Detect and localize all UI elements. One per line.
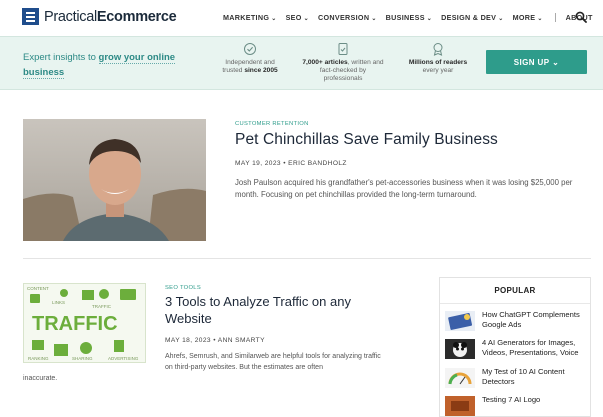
nav-item-marketing[interactable]: MARKETING ⌄: [223, 13, 277, 22]
popular-thumbnail: [445, 339, 475, 359]
traffic-article-image[interactable]: TRAFFIC CONTENT LINKS TRAFFIC RANKING SH…: [23, 283, 146, 363]
popular-item-title[interactable]: Testing 7 AI Logo: [482, 395, 594, 405]
article-meta: MAY 19, 2023 • ERIC BANDHOLZ: [235, 160, 347, 167]
document-check-icon: [338, 43, 348, 55]
logo-mark-icon: [22, 8, 39, 25]
popular-thumbnail: [445, 311, 475, 331]
popular-item[interactable]: My Test of 10 AI Content Detectors: [445, 366, 590, 392]
featured-article-image[interactable]: [23, 119, 206, 241]
article-category[interactable]: CUSTOMER RETENTION: [235, 121, 309, 127]
popular-heading: POPULAR: [440, 278, 590, 304]
site-logo[interactable]: PracticalEcommerce: [22, 8, 177, 25]
featured-article-title[interactable]: Pet Chinchillas Save Family Business: [235, 131, 498, 149]
nav-item-conversion[interactable]: CONVERSION ⌄: [318, 13, 377, 22]
nav-item-design-dev[interactable]: DESIGN & DEV ⌄: [441, 13, 503, 22]
sign-up-button[interactable]: SIGN UP ⌄: [486, 50, 587, 74]
chevron-down-icon: ⌄: [552, 57, 560, 67]
image-word: TRAFFIC: [32, 313, 118, 335]
feature-independent: Independent and trusted since 2005: [214, 42, 286, 75]
nav-item-seo[interactable]: SEO ⌄: [286, 13, 309, 22]
svg-text:CONTENT: CONTENT: [27, 286, 49, 291]
chevron-down-icon: ⌄: [426, 16, 433, 22]
svg-text:RANKING: RANKING: [28, 356, 49, 361]
svg-text:LINKS: LINKS: [52, 300, 65, 305]
article-excerpt-tail: inaccurate.: [23, 375, 58, 382]
feature-articles: 7,000+ articles, written and fact-checke…: [295, 42, 391, 83]
section-divider: [23, 258, 591, 259]
nav-item-business[interactable]: BUSINESS ⌄: [386, 13, 432, 22]
value-banner: Expert insights to grow your online busi…: [0, 36, 603, 90]
feature-readers: Millions of readers every year: [400, 42, 476, 75]
banner-tagline: Expert insights to grow your online busi…: [23, 52, 176, 79]
logo-text: PracticalEcommerce: [44, 8, 177, 25]
svg-text:ADVERTISING: ADVERTISING: [108, 356, 139, 361]
popular-sidebar: POPULAR How ChatGPT Complements Google A…: [439, 277, 591, 417]
popular-item-title[interactable]: How ChatGPT Complements Google Ads: [482, 310, 594, 329]
search-icon[interactable]: [575, 11, 587, 23]
popular-item-title[interactable]: My Test of 10 AI Content Detectors: [482, 367, 594, 386]
check-badge-icon: [244, 43, 256, 55]
chevron-down-icon: ⌄: [371, 16, 377, 22]
popular-thumbnail: [445, 368, 475, 388]
svg-text:TRAFFIC: TRAFFIC: [92, 304, 112, 309]
site-header: PracticalEcommerce MARKETING ⌄ SEO ⌄ CONVE…: [0, 0, 603, 36]
article-category[interactable]: SEO TOOLS: [165, 285, 201, 291]
article-meta: MAY 18, 2023 • ANN SMARTY: [165, 337, 265, 344]
popular-item[interactable]: Testing 7 AI Logo: [445, 394, 590, 417]
award-icon: [433, 43, 443, 56]
chevron-down-icon: ⌄: [271, 16, 277, 22]
traffic-illustration: TRAFFIC CONTENT LINKS TRAFFIC RANKING SH…: [24, 284, 145, 362]
chevron-down-icon: ⌄: [303, 16, 309, 22]
article-excerpt: Josh Paulson acquired his grandfather's …: [235, 178, 573, 199]
popular-item[interactable]: 4 AI Generators for Images, Videos, Pres…: [445, 337, 590, 363]
main-nav: MARKETING ⌄ SEO ⌄ CONVERSION ⌄ BUSINESS ⌄ DE…: [223, 13, 602, 22]
popular-item-title[interactable]: 4 AI Generators for Images, Videos, Pres…: [482, 338, 594, 357]
portrait-photo: [23, 119, 206, 241]
nav-item-more[interactable]: MORE ⌄: [513, 13, 543, 22]
second-article-title[interactable]: 3 Tools to Analyze Traffic on any Websit…: [165, 294, 395, 327]
svg-text:SHARING: SHARING: [72, 356, 93, 361]
article-excerpt: Ahrefs, Semrush, and Similarweb are help…: [165, 353, 381, 371]
chevron-down-icon: ⌄: [537, 16, 543, 22]
nav-divider: [554, 13, 556, 22]
popular-thumbnail: [445, 396, 475, 416]
popular-item[interactable]: How ChatGPT Complements Google Ads: [445, 309, 590, 335]
chevron-down-icon: ⌄: [498, 16, 504, 22]
